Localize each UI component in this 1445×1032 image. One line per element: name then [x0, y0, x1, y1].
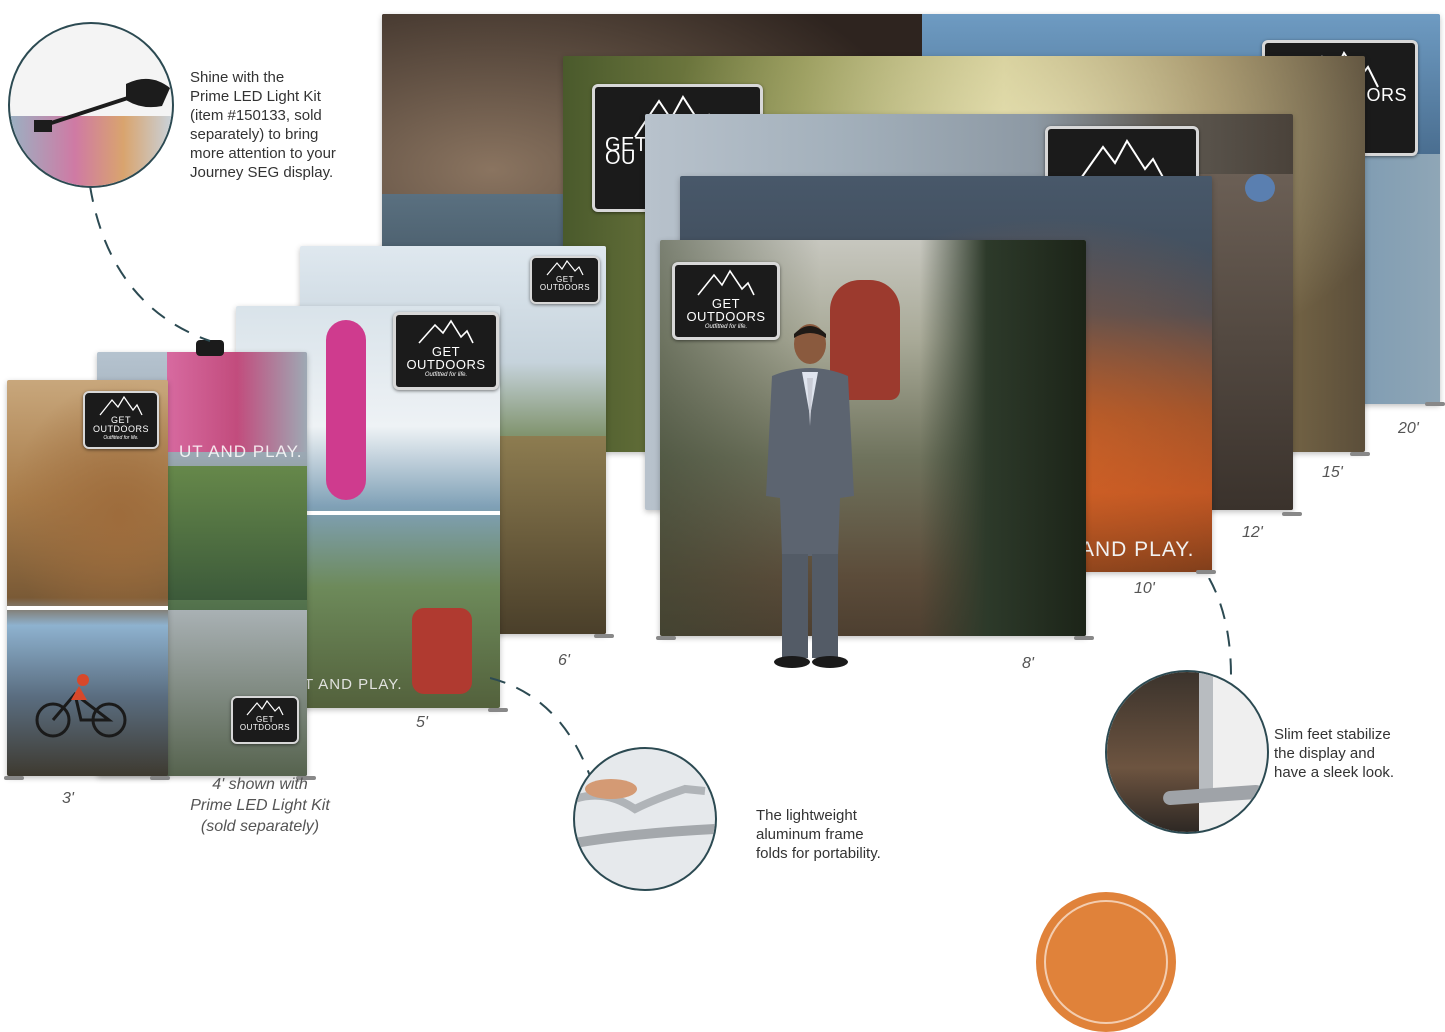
feet-caption-line2: the display and: [1274, 745, 1375, 762]
light-kit-caption-line1: Shine with the: [190, 69, 285, 86]
size-label-12ft: 12': [1242, 524, 1263, 541]
size-label-4ft: 4' shown with Prime LED Light Kit (sold …: [160, 774, 360, 837]
frame-caption-line2: aluminum frame: [756, 826, 864, 843]
feet-caption-line1: Slim feet stabilize: [1274, 726, 1391, 743]
size-label-3ft: 3': [62, 790, 74, 807]
size-label-20ft: 20': [1398, 420, 1419, 437]
size-label-6ft: 6': [558, 652, 570, 669]
light-kit-caption-line3: (item #150133, sold: [190, 107, 322, 124]
size-label-4ft-line3: (sold separately): [200, 818, 320, 835]
size-label-4ft-line1: 4' shown with: [212, 776, 308, 793]
logo-line2-4ft: OUTDOORS: [239, 723, 291, 732]
logo-line2-5ft: OUTDOORS: [406, 357, 486, 372]
logo-3ft: GET OUTDOORS Outfitted for life.: [83, 391, 159, 449]
mountain-logo-icon: [246, 700, 284, 716]
logo-tagline-3ft: Outfitted for life.: [103, 435, 139, 441]
size-label-8ft: 8': [1022, 655, 1034, 672]
foot-8ft-left: [656, 636, 676, 640]
logo-line2-3ft: OUTDOORS: [92, 424, 149, 434]
bicycle-icon: [35, 674, 127, 738]
mountain-logo-icon: [697, 269, 755, 296]
feet-caption: Slim feet stabilize the display and have…: [1274, 725, 1444, 782]
mountain-logo-icon: [99, 396, 143, 416]
feet-connector: [1208, 578, 1232, 677]
logo-6ft: GET OUTDOORS: [530, 256, 600, 304]
feet-caption-line3: have a sleek look.: [1274, 764, 1395, 781]
foot-20ft: [1425, 402, 1445, 406]
size-label-15ft: 15': [1322, 464, 1343, 481]
light-kit-caption-line2: Prime LED Light Kit: [190, 88, 321, 105]
frame-detail-circle: [573, 747, 717, 891]
mountain-logo-icon: [418, 319, 474, 344]
light-kit-connector: [89, 186, 211, 342]
play-banner-5ft: T AND PLAY.: [304, 676, 403, 693]
logo-4ft: GET OUTDOORS: [231, 696, 299, 744]
foot-12ft: [1282, 512, 1302, 516]
light-kit-caption-line5: more attention to your: [190, 145, 336, 162]
size-label-4ft-line2: Prime LED Light Kit: [190, 797, 330, 814]
foot-8ft-right: [1074, 636, 1094, 640]
frame-caption: The lightweight aluminum frame folds for…: [756, 806, 956, 863]
foot-10ft: [1196, 570, 1216, 574]
foot-6ft: [594, 634, 614, 638]
frame-caption-line1: The lightweight: [756, 807, 857, 824]
light-kit-caption-line4: separately) to bring: [190, 126, 319, 143]
logo-tagline-5ft: Outfitted for life.: [424, 372, 468, 378]
size-label-10ft: 10': [1134, 580, 1155, 597]
logo-line2-6ft: OUTDOORS: [539, 283, 591, 292]
light-kit-caption-line6: Journey SEG display.: [190, 164, 334, 181]
size-label-5ft: 5': [416, 714, 428, 731]
mountain-logo-icon: [546, 260, 584, 276]
logo-5ft: GET OUTDOORS Outfitted for life.: [393, 312, 499, 390]
businessman-figure: [766, 324, 854, 668]
orange-badge: [1036, 892, 1176, 1032]
foot-15ft: [1350, 452, 1370, 456]
led-light-icon: [34, 78, 170, 132]
foot-3ft-left: [4, 776, 24, 780]
frame-caption-line3: folds for portability.: [756, 845, 881, 862]
light-kit-detail-circle: [8, 22, 174, 188]
light-kit-caption: Shine with the Prime LED Light Kit (item…: [190, 68, 390, 182]
play-banner-10ft: AND PLAY.: [1080, 538, 1195, 561]
feet-detail-circle: [1105, 670, 1269, 834]
play-banner-4ft: UT AND PLAY.: [179, 442, 303, 461]
folding-frame-icon: [575, 779, 715, 848]
foot-3ft-right: [150, 776, 170, 780]
